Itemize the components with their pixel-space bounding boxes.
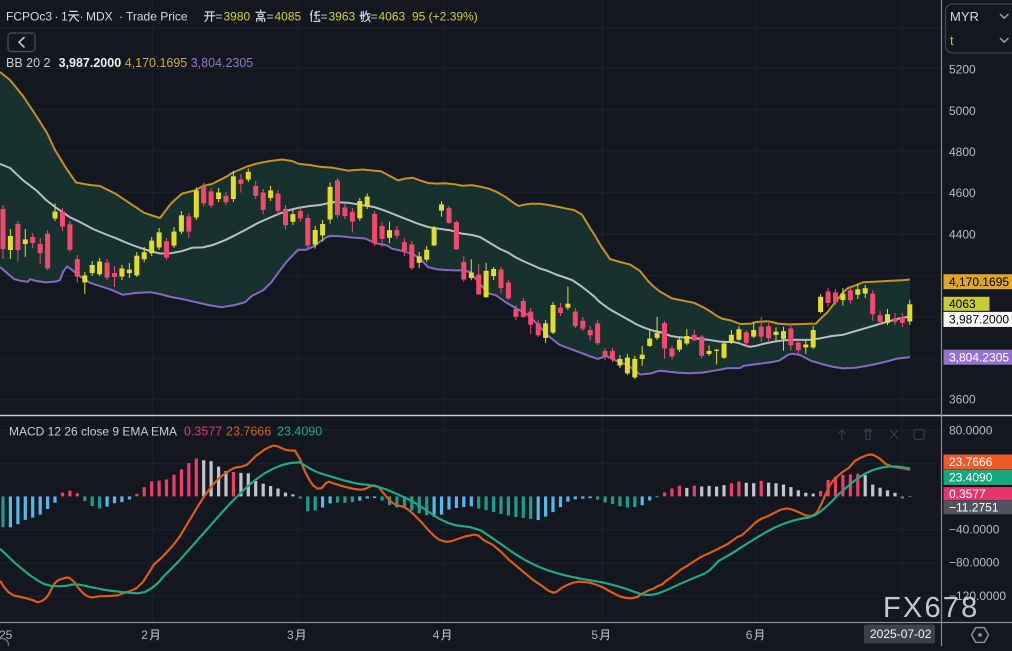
svg-text:4600: 4600 (949, 186, 976, 200)
svg-text:23.7666: 23.7666 (226, 425, 271, 439)
svg-text:FX678: FX678 (883, 592, 979, 624)
svg-text:23.7666: 23.7666 (949, 455, 993, 469)
svg-text:4400: 4400 (949, 228, 976, 242)
svg-text:=: = (321, 10, 328, 24)
svg-text:4,170.1695: 4,170.1695 (949, 275, 1009, 289)
svg-text:·: · (55, 10, 59, 24)
svg-text:t: t (950, 33, 954, 48)
svg-text:4063: 4063 (379, 10, 406, 24)
svg-text:5200: 5200 (949, 63, 976, 77)
svg-text:4085: 4085 (275, 10, 302, 24)
svg-text:3,804.2305: 3,804.2305 (949, 350, 1009, 364)
svg-text:−40.0000: −40.0000 (949, 523, 1000, 537)
svg-text:3963: 3963 (329, 10, 356, 24)
svg-text:23.4090: 23.4090 (949, 471, 993, 485)
svg-text:=: = (267, 10, 274, 24)
svg-text:=: = (371, 10, 378, 24)
svg-text:·: · (119, 10, 123, 24)
svg-text:0.3577: 0.3577 (949, 487, 986, 501)
svg-text:BB 20 2: BB 20 2 (6, 56, 51, 70)
svg-text:3600: 3600 (949, 393, 976, 407)
svg-text:95 (+2.39%): 95 (+2.39%) (412, 10, 478, 24)
svg-text:MYR: MYR (950, 9, 979, 24)
svg-text:2025-07-02: 2025-07-02 (870, 627, 932, 641)
svg-text:MDX: MDX (86, 10, 113, 24)
svg-text:5: 5 (591, 628, 598, 642)
svg-text:·: · (80, 10, 84, 24)
svg-text:MACD 12 26 close 9 EMA EMA: MACD 12 26 close 9 EMA EMA (9, 425, 177, 439)
svg-text:6: 6 (746, 628, 753, 642)
svg-text:2: 2 (141, 628, 148, 642)
svg-text:−80.0000: −80.0000 (949, 556, 1000, 570)
svg-text:80.0000: 80.0000 (949, 424, 993, 438)
svg-text:0.3577: 0.3577 (184, 425, 222, 439)
svg-text:4063: 4063 (949, 297, 976, 311)
svg-text:3980: 3980 (224, 10, 251, 24)
svg-text:Trade Price: Trade Price (126, 10, 188, 24)
svg-text:−11.2751: −11.2751 (949, 501, 999, 515)
svg-text:3,987.2000: 3,987.2000 (949, 313, 1009, 327)
svg-text:FCPOc3: FCPOc3 (6, 10, 52, 24)
svg-text:5000: 5000 (949, 104, 976, 118)
svg-text:=: = (216, 10, 223, 24)
svg-text:4: 4 (433, 628, 440, 642)
svg-text:4,170.1695: 4,170.1695 (125, 56, 188, 70)
svg-text:1: 1 (61, 10, 68, 24)
svg-text:3: 3 (287, 628, 294, 642)
svg-text:4800: 4800 (949, 145, 976, 159)
svg-text:23.4090: 23.4090 (277, 425, 322, 439)
svg-text:3,987.2000: 3,987.2000 (59, 56, 122, 70)
svg-text:3,804.2305: 3,804.2305 (191, 56, 254, 70)
